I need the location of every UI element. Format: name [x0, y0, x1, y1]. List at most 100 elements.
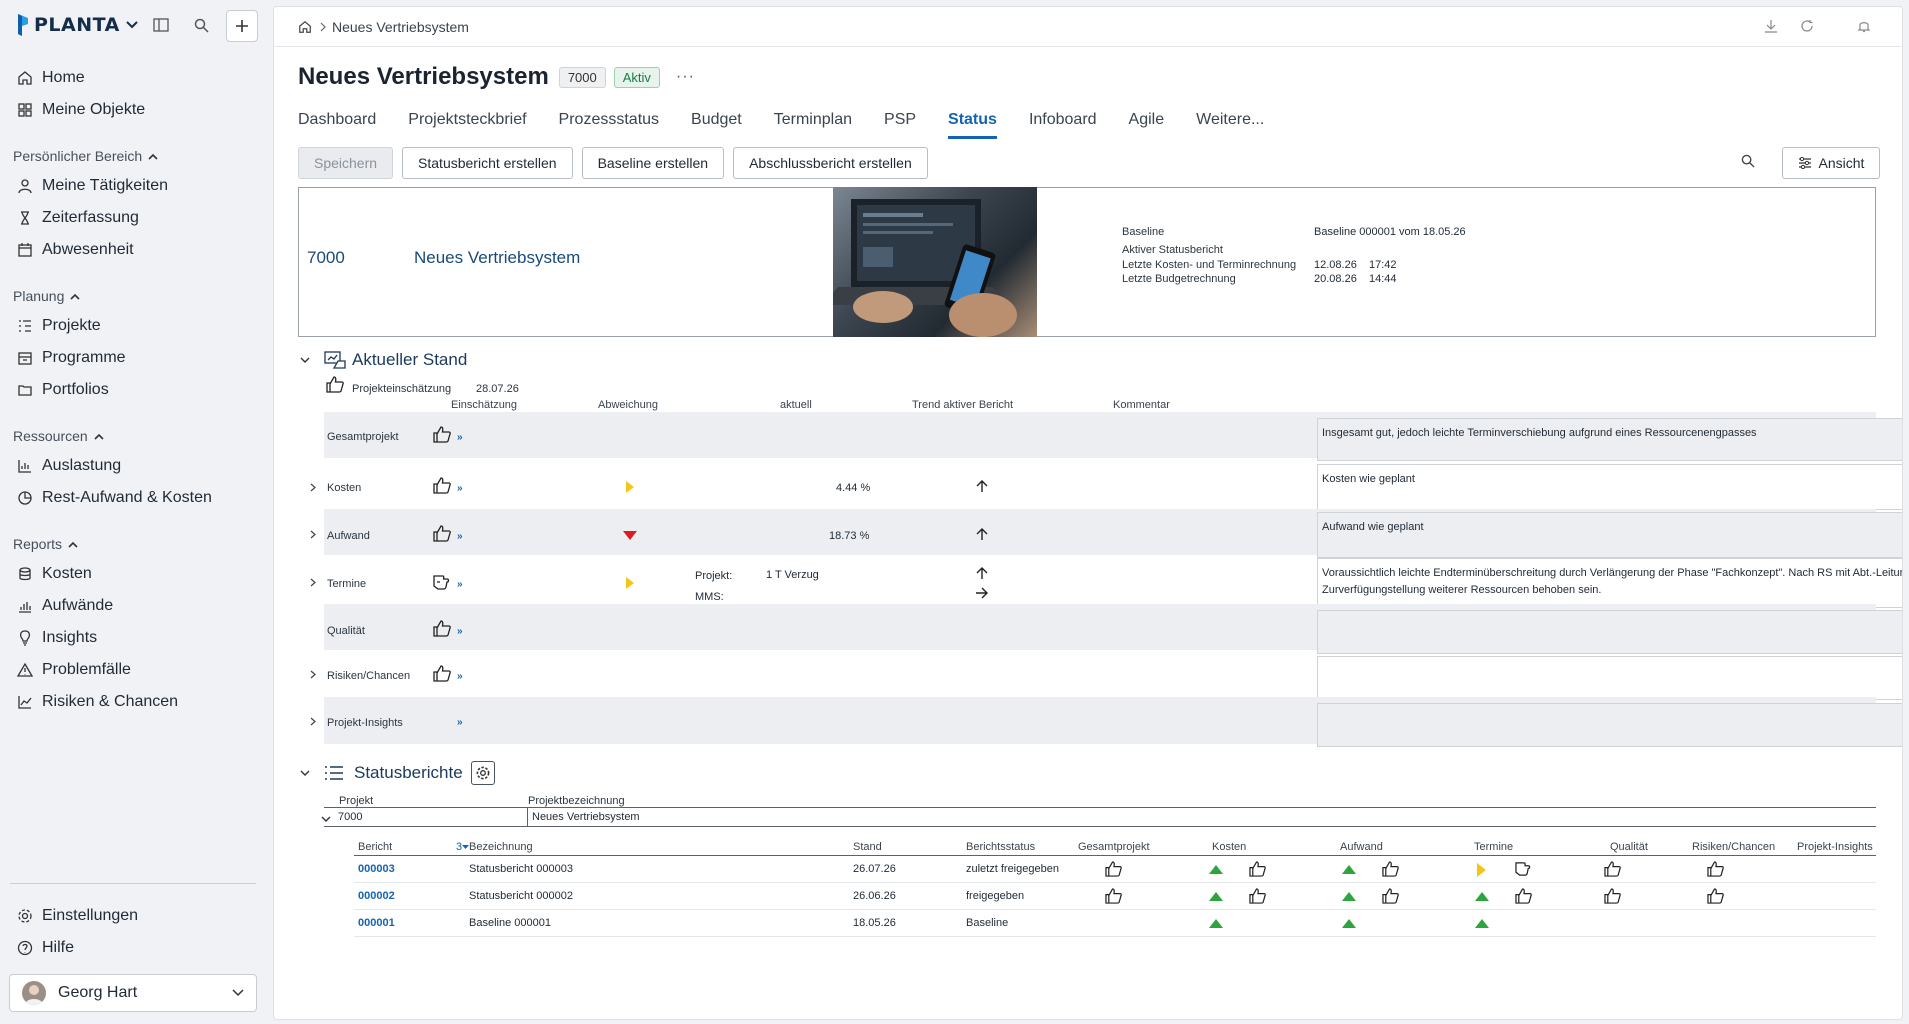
th-dates[interactable]: Termine — [1474, 841, 1513, 853]
sidebar-item-insights[interactable]: Insights — [16, 626, 97, 650]
details-link-icon[interactable]: » — [457, 432, 463, 443]
report-id-link[interactable]: 000003 — [358, 863, 395, 875]
sidebar-section-planung[interactable]: Planung — [13, 286, 80, 306]
sidebar-item-einstellungen[interactable]: Einstellungen — [16, 904, 138, 928]
details-link-icon[interactable]: » — [457, 531, 463, 542]
breadcrumb-current[interactable]: Neues Vertriebsystem — [332, 19, 469, 35]
comment-gesamtprojekt[interactable]: Insgesamt gut, jedoch leichte Terminvers… — [1317, 418, 1902, 461]
filter-name-value[interactable]: Neues Vertriebsystem — [532, 811, 640, 823]
chevron-right-icon[interactable] — [310, 670, 316, 679]
th-sort-indicator[interactable]: 3 — [456, 841, 470, 853]
tab-dashboard[interactable]: Dashboard — [298, 107, 376, 139]
filter-project-value[interactable]: 7000 — [338, 811, 362, 823]
create-baseline-button[interactable]: Baseline erstellen — [581, 147, 725, 179]
thumbs-sideways-icon[interactable] — [433, 574, 451, 591]
settings-button[interactable] — [470, 761, 495, 785]
sidebar-item-rest-aufwand[interactable]: Rest-Aufwand & Kosten — [16, 486, 212, 510]
th-name[interactable]: Bezeichnung — [469, 841, 533, 853]
th-insights[interactable]: Projekt-Insights — [1797, 841, 1873, 853]
comment-insights[interactable] — [1317, 703, 1902, 747]
sidebar-item-auslastung[interactable]: Auslastung — [16, 454, 121, 478]
view-button[interactable]: Ansicht — [1782, 147, 1880, 179]
chevron-right-icon[interactable] — [310, 530, 316, 539]
refresh-icon[interactable] — [1800, 19, 1814, 38]
sidebar-section-persoenlich[interactable]: Persönlicher Bereich — [13, 146, 158, 166]
th-overall[interactable]: Gesamtprojekt — [1078, 841, 1150, 853]
search-icon[interactable] — [188, 12, 214, 38]
sidebar-item-home[interactable]: Home — [16, 66, 85, 90]
sidebar-item-meine-taetigkeiten[interactable]: Meine Tätigkeiten — [16, 174, 168, 198]
tab-projektsteckbrief[interactable]: Projektsteckbrief — [408, 107, 526, 139]
chevron-right-icon[interactable] — [310, 717, 316, 726]
sidebar-item-hilfe[interactable]: Hilfe — [16, 936, 74, 960]
tab-psp[interactable]: PSP — [884, 107, 916, 139]
create-final-report-button[interactable]: Abschlussbericht erstellen — [733, 147, 928, 179]
sidebar-item-aufwaende[interactable]: Aufwände — [16, 594, 113, 618]
tab-prozessstatus[interactable]: Prozessstatus — [559, 107, 659, 139]
sidebar-section-ressourcen[interactable]: Ressourcen — [13, 426, 104, 446]
sidebar-item-zeiterfassung[interactable]: Zeiterfassung — [16, 206, 139, 230]
thumbs-up-icon[interactable] — [433, 426, 451, 443]
save-button[interactable]: Speichern — [298, 147, 394, 179]
chevron-right-icon[interactable] — [310, 483, 316, 492]
tab-status[interactable]: Status — [948, 107, 997, 139]
sidebar-item-kosten[interactable]: Kosten — [16, 562, 92, 586]
more-menu-button[interactable]: ··· — [676, 68, 695, 86]
th-status[interactable]: Berichtsstatus — [966, 841, 1035, 853]
search-icon[interactable] — [1741, 154, 1755, 173]
sidebar-item-meine-objekte[interactable]: Meine Objekte — [16, 98, 145, 122]
table-row[interactable]: 000003 Statusbericht 000003 26.07.26 zul… — [354, 856, 1876, 883]
comment-termine[interactable]: Voraussichtlich leichte Endterminübersch… — [1317, 558, 1902, 608]
th-report[interactable]: Bericht — [358, 841, 392, 853]
details-link-icon[interactable]: » — [457, 626, 463, 637]
comment-qualitaet[interactable] — [1317, 610, 1902, 654]
th-risks[interactable]: Risiken/Chancen — [1692, 841, 1775, 853]
tab-infoboard[interactable]: Infoboard — [1029, 107, 1097, 139]
app-logo[interactable]: PLANTA — [16, 14, 142, 36]
chevron-down-icon[interactable] — [300, 770, 310, 777]
comment-kosten[interactable]: Kosten wie geplant — [1317, 464, 1902, 510]
home-icon[interactable] — [298, 20, 312, 34]
trend-icon — [16, 693, 34, 711]
thumbs-up-icon[interactable] — [433, 665, 451, 682]
details-link-icon[interactable]: » — [457, 671, 463, 682]
comment-aufwand[interactable]: Aufwand wie geplant — [1317, 512, 1902, 558]
sidebar-item-projekte[interactable]: Projekte — [16, 314, 101, 338]
sidebar-section-reports[interactable]: Reports — [13, 534, 78, 554]
details-link-icon[interactable]: » — [457, 717, 463, 728]
download-icon[interactable] — [1764, 19, 1778, 38]
create-status-report-button[interactable]: Statusbericht erstellen — [402, 147, 573, 179]
tab-weitere[interactable]: Weitere... — [1196, 107, 1264, 139]
status-reports-header[interactable]: Statusberichte — [300, 761, 495, 785]
sidebar-item-problemfaelle[interactable]: Problemfälle — [16, 658, 131, 682]
current-state-header[interactable]: Aktueller Stand — [300, 350, 467, 370]
add-button[interactable] — [226, 10, 258, 42]
report-id-link[interactable]: 000001 — [358, 917, 395, 929]
th-date[interactable]: Stand — [853, 841, 882, 853]
details-link-icon[interactable]: » — [457, 483, 463, 494]
thumbs-up-icon[interactable] — [433, 477, 451, 494]
sidebar-item-programme[interactable]: Programme — [16, 346, 126, 370]
th-effort[interactable]: Aufwand — [1340, 841, 1383, 853]
user-menu[interactable]: Georg Hart — [9, 974, 257, 1012]
th-quality[interactable]: Qualität — [1610, 841, 1648, 853]
thumbs-up-icon[interactable] — [433, 525, 451, 542]
tab-agile[interactable]: Agile — [1129, 107, 1165, 139]
details-link-icon[interactable]: » — [457, 579, 463, 590]
sidebar-item-abwesenheit[interactable]: Abwesenheit — [16, 238, 134, 262]
thumbs-up-icon[interactable] — [433, 620, 451, 637]
table-row[interactable]: 000002 Statusbericht 000002 26.06.26 fre… — [354, 883, 1876, 910]
tab-budget[interactable]: Budget — [691, 107, 742, 139]
comment-risiken[interactable] — [1317, 656, 1902, 700]
chevron-right-icon[interactable] — [310, 578, 316, 587]
report-id-link[interactable]: 000002 — [358, 890, 395, 902]
sidebar-toggle-icon[interactable] — [148, 12, 174, 38]
table-row[interactable]: 000001 Baseline 000001 18.05.26 Baseline — [354, 910, 1876, 937]
th-costs[interactable]: Kosten — [1212, 841, 1246, 853]
chevron-down-icon[interactable] — [300, 357, 310, 364]
sidebar-item-risiken-chancen[interactable]: Risiken & Chancen — [16, 690, 178, 714]
bell-icon[interactable] — [1857, 19, 1871, 38]
section-title: Planung — [13, 288, 65, 304]
tab-terminplan[interactable]: Terminplan — [774, 107, 852, 139]
sidebar-item-portfolios[interactable]: Portfolios — [16, 378, 109, 402]
